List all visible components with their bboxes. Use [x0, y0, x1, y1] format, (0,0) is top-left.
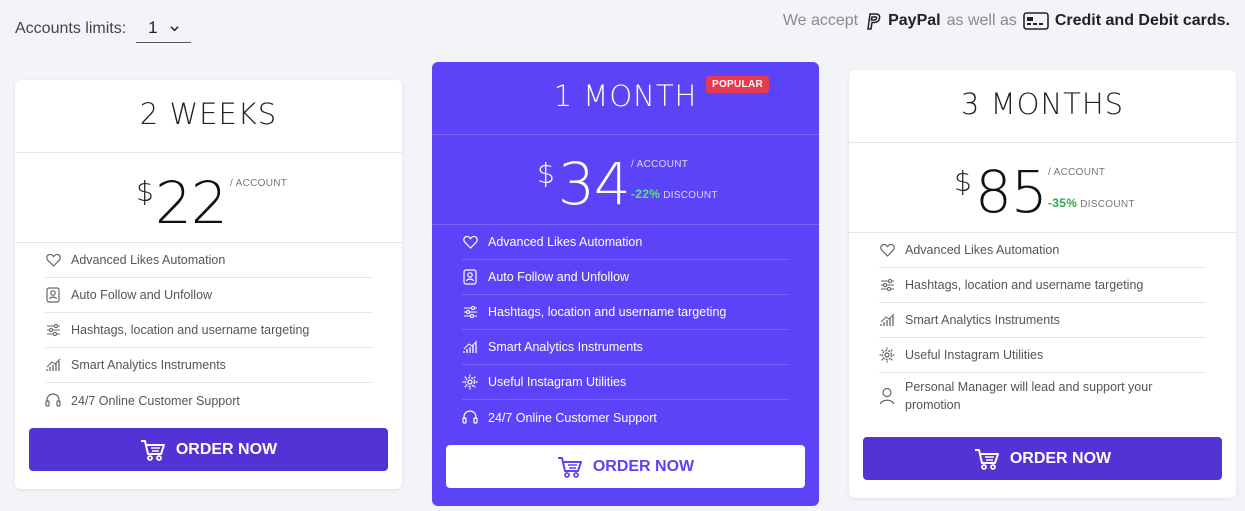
order-now-label: ORDER NOW — [592, 457, 695, 475]
sliders-icon — [462, 304, 478, 320]
credit-card-icon — [1023, 12, 1049, 30]
discount: -22% DISCOUNT — [631, 187, 718, 201]
payment-methods: We accept PayPal as well as Credit and D… — [783, 11, 1230, 31]
plan-title-text: 1 MONTH — [553, 79, 698, 113]
plan-title: 3 MONTHS — [849, 70, 1236, 143]
list-item: Smart Analytics Instruments — [879, 303, 1206, 338]
cart-icon — [557, 456, 582, 478]
discount: -35% DISCOUNT — [1048, 196, 1135, 210]
heart-icon — [462, 234, 478, 250]
analytics-icon — [462, 339, 478, 355]
feature-list: Advanced Likes Automation Auto Follow an… — [432, 225, 819, 435]
list-item: 24/7 Online Customer Support — [462, 400, 789, 435]
feature-list: Advanced Likes Automation Hashtags, loca… — [849, 233, 1236, 419]
price-per-account: / ACCOUNT — [1048, 167, 1106, 178]
gear-icon — [462, 374, 478, 390]
plan-card-3-months: 3 MONTHS $ 85 / ACCOUNT -35% DISCOUNT Adv… — [849, 70, 1236, 498]
order-now-button[interactable]: ORDER NOW — [863, 437, 1222, 480]
plan-title: 1 MONTH POPULAR — [432, 62, 819, 135]
discount-label: DISCOUNT — [663, 190, 718, 201]
feature-label: Personal Manager will lead and support y… — [905, 380, 1153, 412]
feature-label: Advanced Likes Automation — [905, 243, 1060, 257]
accounts-limit-value: 1 — [148, 18, 158, 37]
feature-label: Smart Analytics Instruments — [488, 340, 643, 354]
price-amount: 34 — [558, 150, 631, 218]
currency-symbol: $ — [136, 175, 154, 208]
discount-percent: -22% — [631, 187, 661, 201]
cards-label: Credit and Debit cards. — [1054, 12, 1230, 29]
plan-title: 2 WEEKS — [15, 80, 402, 153]
list-item: Advanced Likes Automation — [879, 233, 1206, 268]
order-now-button[interactable]: ORDER NOW — [446, 445, 805, 488]
plan-price: $ 85 / ACCOUNT -35% DISCOUNT — [849, 143, 1236, 233]
order-now-button[interactable]: ORDER NOW — [29, 428, 388, 471]
list-item: Useful Instagram Utilities — [879, 338, 1206, 373]
price-amount: 85 — [975, 158, 1048, 226]
feature-label: Useful Instagram Utilities — [488, 375, 627, 389]
list-item: Hashtags, location and username targetin… — [45, 313, 372, 348]
currency-symbol: $ — [954, 165, 972, 198]
follow-icon — [45, 287, 61, 303]
analytics-icon — [45, 357, 61, 373]
order-now-label: ORDER NOW — [175, 440, 278, 458]
feature-label: Advanced Likes Automation — [488, 235, 643, 249]
paypal-label: PayPal — [888, 12, 941, 29]
person-icon — [879, 387, 895, 405]
price-amount: 22 — [155, 169, 228, 237]
accounts-limit-select[interactable]: 1 — [136, 18, 191, 43]
chevron-down-icon — [170, 25, 179, 31]
plan-card-2-weeks: 2 WEEKS $ 22 / ACCOUNT Advanced Likes Au… — [15, 80, 402, 489]
list-item: Smart Analytics Instruments — [462, 330, 789, 365]
feature-label: Auto Follow and Unfollow — [71, 288, 213, 302]
popular-badge: POPULAR — [706, 76, 769, 93]
currency-symbol: $ — [537, 157, 555, 190]
feature-label: 24/7 Online Customer Support — [488, 410, 657, 425]
price-per-account: / ACCOUNT — [230, 178, 288, 189]
sliders-icon — [45, 322, 61, 338]
heart-icon — [879, 242, 895, 258]
list-item: 24/7 Online Customer Support — [45, 383, 372, 418]
list-item: Hashtags, location and username targetin… — [879, 268, 1206, 303]
price-per-account: / ACCOUNT — [631, 159, 689, 170]
analytics-icon — [879, 312, 895, 328]
gear-icon — [879, 347, 895, 363]
discount-label: DISCOUNT — [1080, 199, 1135, 210]
list-item: Personal Manager will lead and support y… — [879, 373, 1206, 419]
feature-label: Auto Follow and Unfollow — [488, 270, 630, 284]
paypal-icon — [864, 11, 882, 31]
list-item: Auto Follow and Unfollow — [45, 278, 372, 313]
follow-icon — [462, 269, 478, 285]
list-item: Advanced Likes Automation — [462, 225, 789, 260]
discount-percent: -35% — [1048, 196, 1078, 210]
feature-label: Smart Analytics Instruments — [71, 358, 226, 372]
plan-price: $ 22 / ACCOUNT — [15, 153, 402, 243]
list-item: Smart Analytics Instruments — [45, 348, 372, 383]
sliders-icon — [879, 277, 895, 293]
feature-label: Hashtags, location and username targetin… — [488, 305, 727, 319]
list-item: Hashtags, location and username targetin… — [462, 295, 789, 330]
headset-icon — [45, 393, 61, 409]
accounts-limit: Accounts limits: 1 — [15, 14, 191, 43]
feature-label: Smart Analytics Instruments — [905, 313, 1060, 327]
feature-label: Useful Instagram Utilities — [905, 348, 1044, 362]
feature-list: Advanced Likes Automation Auto Follow an… — [15, 243, 402, 418]
plan-card-1-month: 1 MONTH POPULAR $ 34 / ACCOUNT -22% DISCO… — [432, 62, 819, 506]
headset-icon — [462, 410, 478, 426]
list-item: Useful Instagram Utilities — [462, 365, 789, 400]
feature-label: Hashtags, location and username targetin… — [71, 323, 310, 337]
list-item: Advanced Likes Automation — [45, 243, 372, 278]
order-now-label: ORDER NOW — [1009, 449, 1112, 467]
feature-label: Advanced Likes Automation — [71, 253, 226, 267]
heart-icon — [45, 252, 61, 268]
cart-icon — [140, 439, 165, 461]
payments-prefix: We accept — [782, 12, 859, 29]
feature-label: Hashtags, location and username targetin… — [905, 278, 1144, 292]
payments-middle: as well as — [946, 12, 1017, 29]
plan-price: $ 34 / ACCOUNT -22% DISCOUNT — [432, 135, 819, 225]
list-item: Auto Follow and Unfollow — [462, 260, 789, 295]
cart-icon — [974, 448, 999, 470]
accounts-limit-label: Accounts limits: — [15, 19, 127, 37]
feature-label: 24/7 Online Customer Support — [71, 393, 240, 408]
